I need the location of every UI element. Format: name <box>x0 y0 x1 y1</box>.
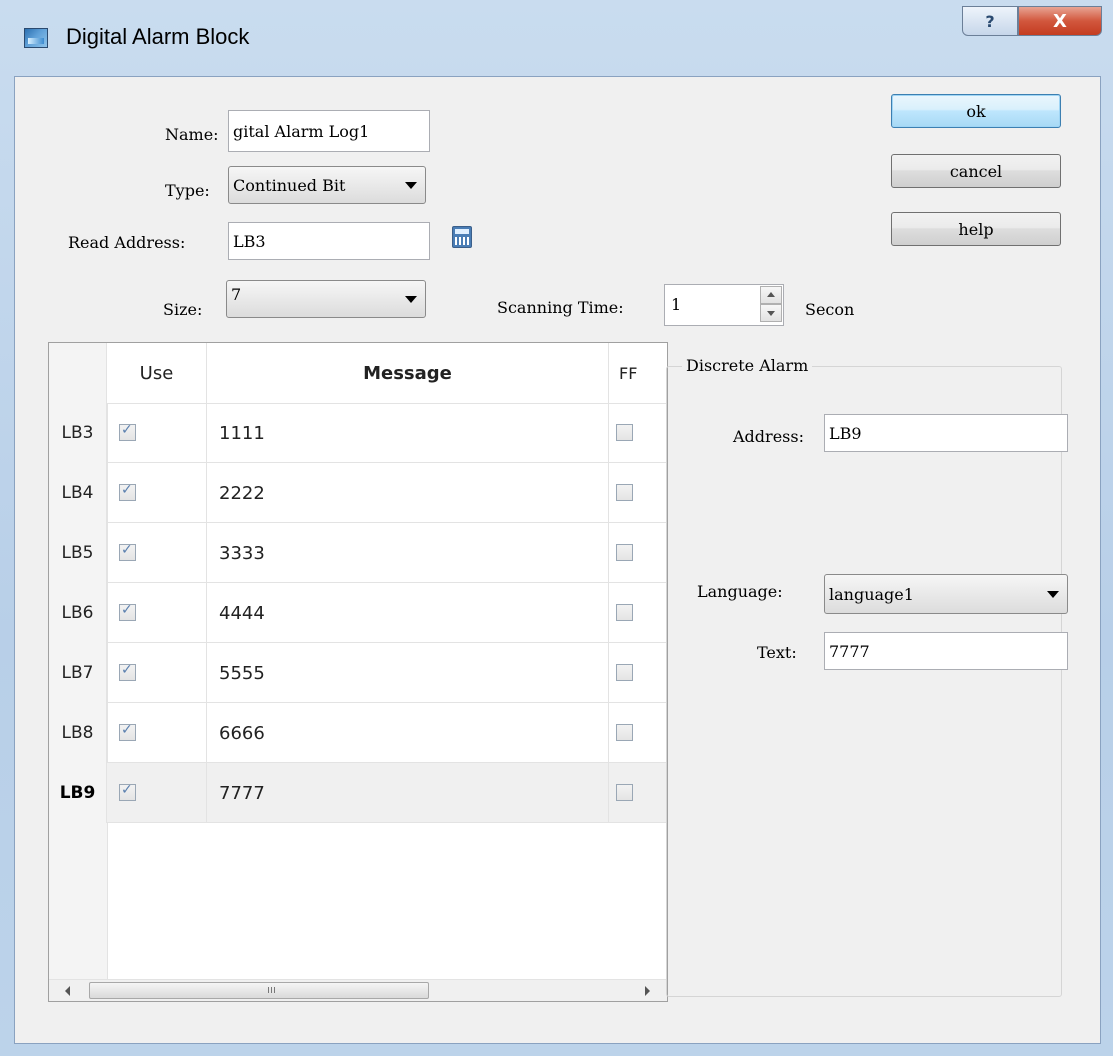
row-header[interactable]: LB6 <box>49 583 107 643</box>
use-checkbox[interactable] <box>119 722 136 741</box>
discrete-alarm-group <box>666 366 1062 997</box>
table-corner <box>49 343 107 403</box>
scroll-left-icon[interactable] <box>65 986 70 996</box>
column-header-ff[interactable]: FF <box>609 343 667 403</box>
ff-checkbox[interactable] <box>616 724 633 741</box>
language-label: Language: <box>697 582 783 601</box>
row-header[interactable]: LB3 <box>49 403 107 463</box>
calculator-icon[interactable] <box>452 226 472 248</box>
ff-checkbox[interactable] <box>616 784 633 801</box>
message-cell[interactable]: 5555 <box>207 643 609 703</box>
message-cell[interactable]: 1111 <box>207 403 609 463</box>
row-header[interactable]: LB5 <box>49 523 107 583</box>
use-cell[interactable] <box>107 643 207 703</box>
row-header[interactable]: LB7 <box>49 643 107 703</box>
title-bar[interactable]: Digital Alarm Block ? X <box>0 0 1113 76</box>
name-field[interactable]: gital Alarm Log1 <box>228 110 430 152</box>
arrow-down-icon <box>767 311 775 316</box>
size-label: Size: <box>163 300 203 319</box>
ff-checkbox[interactable] <box>616 604 633 621</box>
message-cell[interactable]: 6666 <box>207 703 609 763</box>
use-checkbox[interactable] <box>119 542 136 561</box>
use-checkbox[interactable] <box>119 782 136 801</box>
size-select[interactable]: 7 <box>226 280 426 318</box>
cancel-button[interactable]: cancel <box>891 154 1061 188</box>
size-select-value: 7 <box>231 285 242 304</box>
type-select[interactable]: Continued Bit <box>228 166 426 204</box>
ff-cell[interactable] <box>609 463 667 523</box>
help-title-button[interactable]: ? <box>962 6 1018 36</box>
use-cell[interactable] <box>107 403 207 463</box>
use-checkbox[interactable] <box>119 602 136 621</box>
table-row[interactable]: LB8 6666 <box>49 703 667 763</box>
spin-down-button[interactable] <box>760 304 782 322</box>
table-row[interactable]: LB4 2222 <box>49 463 667 523</box>
message-cell[interactable]: 4444 <box>207 583 609 643</box>
name-label: Name: <box>165 125 219 144</box>
ff-checkbox[interactable] <box>616 664 633 681</box>
message-cell[interactable]: 2222 <box>207 463 609 523</box>
chevron-down-icon <box>1047 591 1059 598</box>
ff-cell[interactable] <box>609 403 667 463</box>
use-checkbox[interactable] <box>119 662 136 681</box>
use-cell[interactable] <box>107 463 207 523</box>
ff-checkbox[interactable] <box>616 544 633 561</box>
alarm-message-table[interactable]: Use Message FF LB3 1111 LB4 2222 LB5 3333 LB6 4… <box>48 342 668 1002</box>
chevron-down-icon <box>405 296 417 303</box>
app-icon <box>24 28 48 48</box>
close-button[interactable]: X <box>1018 6 1102 36</box>
table-row[interactable]: LB9 7777 <box>49 763 667 823</box>
spin-up-button[interactable] <box>760 286 782 304</box>
use-cell[interactable] <box>107 703 207 763</box>
use-cell[interactable] <box>107 583 207 643</box>
read-address-label: Read Address: <box>68 233 186 252</box>
use-cell[interactable] <box>107 763 207 823</box>
type-select-value: Continued Bit <box>233 175 346 195</box>
column-header-use[interactable]: Use <box>107 343 207 403</box>
chevron-down-icon <box>405 182 417 189</box>
ff-cell[interactable] <box>609 763 667 823</box>
language-select-value: language1 <box>829 584 914 604</box>
use-cell[interactable] <box>107 523 207 583</box>
use-checkbox[interactable] <box>119 422 136 441</box>
table-row[interactable]: LB3 1111 <box>49 403 667 463</box>
address-field[interactable]: LB9 <box>824 414 1068 452</box>
scanning-time-stepper[interactable]: 1 <box>664 284 784 326</box>
discrete-alarm-title: Discrete Alarm <box>682 356 813 375</box>
window-title: Digital Alarm Block <box>66 24 250 49</box>
text-label: Text: <box>757 643 797 662</box>
arrow-up-icon <box>767 292 775 297</box>
scanning-time-label: Scanning Time: <box>497 298 624 317</box>
read-address-field[interactable]: LB3 <box>228 222 430 260</box>
row-header[interactable]: LB8 <box>49 703 107 763</box>
table-row[interactable]: LB5 3333 <box>49 523 667 583</box>
column-header-message[interactable]: Message <box>207 343 609 403</box>
address-label: Address: <box>733 427 804 446</box>
ff-checkbox[interactable] <box>616 484 633 501</box>
row-header[interactable]: LB4 <box>49 463 107 523</box>
ff-checkbox[interactable] <box>616 424 633 441</box>
ff-cell[interactable] <box>609 703 667 763</box>
scrollbar-thumb[interactable] <box>89 982 429 999</box>
scanning-time-unit: Secon <box>805 300 855 319</box>
table-header: Use Message FF <box>49 343 667 404</box>
scroll-right-icon[interactable] <box>645 986 650 996</box>
ff-cell[interactable] <box>609 643 667 703</box>
table-row[interactable]: LB6 4444 <box>49 583 667 643</box>
ff-cell[interactable] <box>609 523 667 583</box>
grip-icon <box>268 987 276 993</box>
row-header[interactable]: LB9 <box>49 763 107 823</box>
use-checkbox[interactable] <box>119 482 136 501</box>
text-field[interactable]: 7777 <box>824 632 1068 670</box>
scanning-time-value: 1 <box>671 295 682 314</box>
ff-cell[interactable] <box>609 583 667 643</box>
message-cell[interactable]: 7777 <box>207 763 609 823</box>
message-cell[interactable]: 3333 <box>207 523 609 583</box>
language-select[interactable]: language1 <box>824 574 1068 614</box>
table-row[interactable]: LB7 5555 <box>49 643 667 703</box>
ok-button[interactable]: ok <box>891 94 1061 128</box>
type-label: Type: <box>165 181 210 200</box>
horizontal-scrollbar[interactable] <box>49 979 667 1001</box>
help-button[interactable]: help <box>891 212 1061 246</box>
